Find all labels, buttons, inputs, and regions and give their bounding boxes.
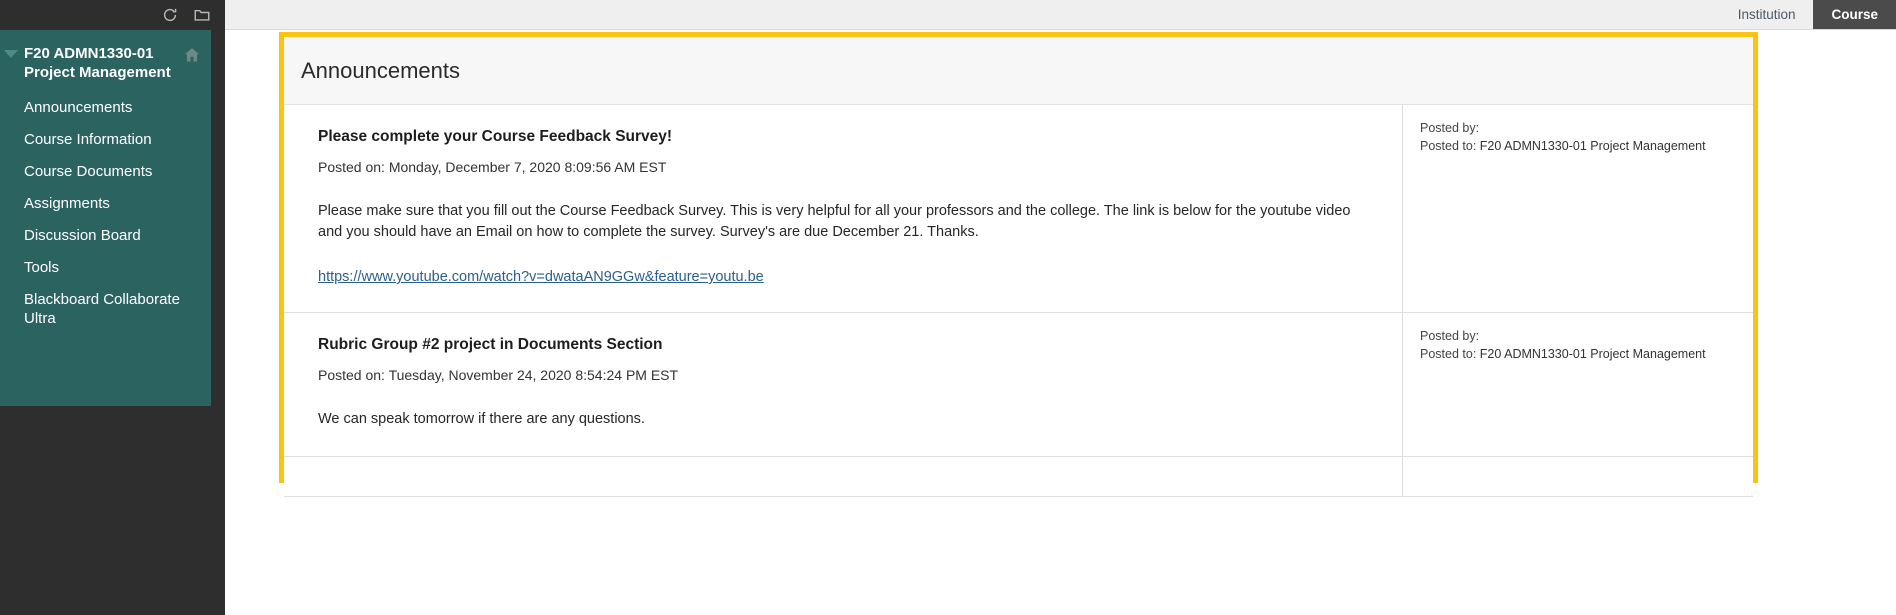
sidebar-item-course-documents[interactable]: Course Documents: [0, 156, 211, 188]
announcements-highlight-frame: Announcements Please complete your Cours…: [279, 32, 1758, 497]
sidebar-item-course-information[interactable]: Course Information: [0, 124, 211, 156]
posted-by-line: Posted by:: [1420, 120, 1735, 137]
announcement-row: Please complete your Course Feedback Sur…: [284, 105, 1753, 313]
posted-to-line: Posted to: F20 ADMN1330-01 Project Manag…: [1420, 346, 1735, 363]
sidebar-item-tools[interactable]: Tools: [0, 252, 211, 284]
posted-to-label: Posted to:: [1420, 347, 1477, 361]
posted-to-line: Posted to: F20 ADMN1330-01 Project Manag…: [1420, 138, 1735, 155]
posted-by-label: Posted by:: [1420, 329, 1480, 343]
sidebar-item-announcements[interactable]: Announcements: [0, 92, 211, 124]
home-icon[interactable]: [183, 46, 201, 63]
sidebar-item-label: Assignments: [24, 195, 110, 212]
posted-to-label: Posted to:: [1420, 139, 1477, 153]
tab-label: Institution: [1737, 7, 1796, 22]
announcement-title: Please complete your Course Feedback Sur…: [318, 128, 673, 145]
sidebar-empty-area: [0, 406, 211, 615]
sidebar-item-label: Course Documents: [24, 163, 153, 180]
caret-down-icon[interactable]: [4, 50, 18, 58]
announcement-meta: [1402, 457, 1753, 496]
folder-icon[interactable]: [193, 6, 211, 24]
announcement-link[interactable]: https://www.youtube.com/watch?v=dwataAN9…: [318, 269, 764, 285]
announcement-posted-on: Posted on: Monday, December 7, 2020 8:09…: [318, 159, 667, 175]
announcements-list: Please complete your Course Feedback Sur…: [284, 105, 1753, 497]
announcement-meta: Posted by: Posted to: F20 ADMN1330-01 Pr…: [1402, 313, 1753, 456]
announcement-row: Rubric Group #2 project in Documents Sec…: [284, 313, 1753, 457]
posted-to-value: F20 ADMN1330-01 Project Management: [1479, 347, 1706, 361]
sidebar-gutter: [211, 0, 225, 615]
announcement-posted-on: Posted on: Tuesday, November 24, 2020 8:…: [318, 367, 679, 383]
announcement-body: Rubric Group #2 project in Documents Sec…: [284, 313, 1402, 456]
announcement-meta: Posted by: Posted to: F20 ADMN1330-01 Pr…: [1402, 105, 1753, 312]
tab-label: Course: [1831, 7, 1878, 22]
announcement-row: [284, 457, 1753, 497]
sidebar-item-label: Blackboard Collaborate Ultra: [24, 291, 180, 327]
main-content: Institution Course Announcements Please …: [225, 0, 1896, 615]
refresh-icon[interactable]: [161, 6, 179, 24]
announcement-body: [284, 457, 1402, 496]
sidebar-item-label: Tools: [24, 259, 60, 276]
tab-course[interactable]: Course: [1813, 0, 1896, 29]
course-title: F20 ADMN1330-01 Project Management: [24, 45, 171, 81]
sidebar-item-label: Announcements: [24, 99, 133, 116]
announcement-body: Please complete your Course Feedback Sur…: [284, 105, 1402, 312]
sidebar-item-discussion-board[interactable]: Discussion Board: [0, 220, 211, 252]
announcement-text: Please make sure that you fill out the C…: [318, 203, 1351, 240]
course-menu-list: Announcements Course Information Course …: [0, 92, 211, 335]
sidebar-item-blackboard-collaborate-ultra[interactable]: Blackboard Collaborate Ultra: [0, 284, 211, 335]
sidebar-item-label: Discussion Board: [24, 227, 141, 244]
announcements-header: Announcements: [284, 37, 1753, 105]
tab-strip: Institution Course: [225, 0, 1896, 30]
posted-by-label: Posted by:: [1420, 121, 1480, 135]
announcement-title: Rubric Group #2 project in Documents Sec…: [318, 336, 663, 353]
announcement-text: We can speak tomorrow if there are any q…: [318, 411, 645, 427]
course-menu-header: F20 ADMN1330-01 Project Management: [0, 30, 211, 92]
application-window: F20 ADMN1330-01 Project Management Annou…: [0, 0, 1896, 615]
sidebar-item-assignments[interactable]: Assignments: [0, 188, 211, 220]
tab-institution[interactable]: Institution: [1720, 0, 1814, 29]
sidebar-item-label: Course Information: [24, 131, 152, 148]
page-title: Announcements: [301, 57, 460, 83]
course-menu-sidebar: F20 ADMN1330-01 Project Management Annou…: [0, 30, 211, 406]
top-utility-bar: [0, 0, 225, 30]
posted-by-line: Posted by:: [1420, 328, 1735, 345]
posted-to-value: F20 ADMN1330-01 Project Management: [1479, 139, 1706, 153]
